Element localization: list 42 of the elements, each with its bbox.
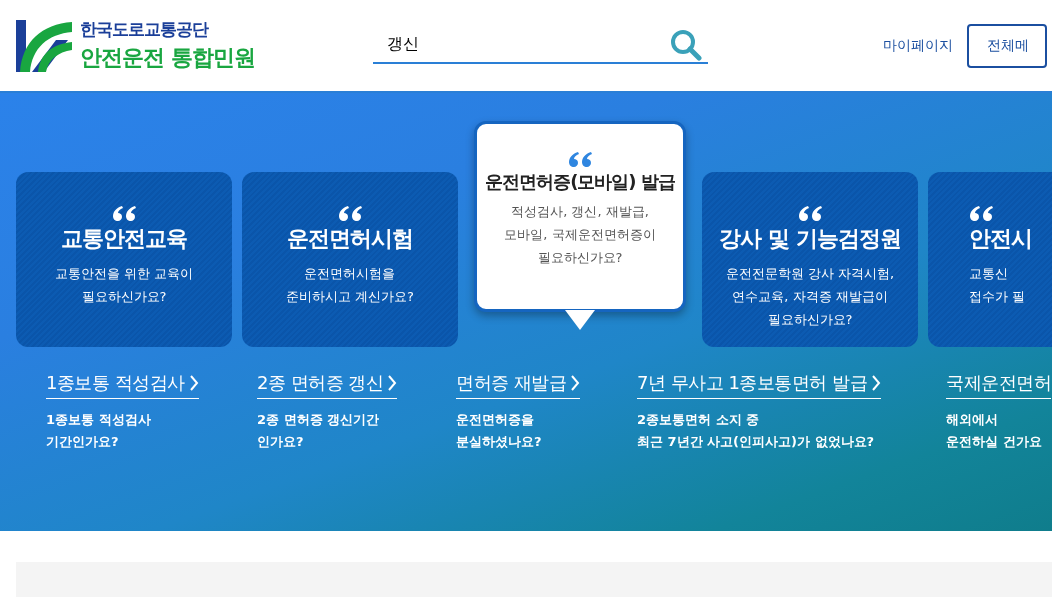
chevron-icon	[871, 374, 882, 392]
chevron-icon	[387, 374, 398, 392]
card-description: 교통신 접수가 필	[969, 265, 1026, 306]
search-field[interactable]: 갱신	[372, 27, 708, 64]
logo-icon[interactable]	[16, 17, 72, 74]
link-description: 2종 면허증 갱신기간 인가요?	[257, 411, 381, 451]
link-description: 해외에서 운전하실 건가요	[946, 411, 1043, 451]
search-icon[interactable]	[669, 28, 702, 61]
card-description: 운전면허시험을 준비하시고 계신가요?	[285, 265, 414, 306]
service-name: 안전운전 통합민원	[80, 44, 255, 72]
card-title: 강사 및 기능검정원	[719, 225, 901, 253]
service-card[interactable]: 교통안전교육 교통안전을 위한 교육이 필요하신가요?	[16, 172, 232, 347]
card-title: 운전면허증(모바일) 발급	[485, 170, 675, 194]
link-description: 1종보통 적성검사 기간인가요?	[46, 411, 152, 451]
service-link[interactable]: 면허증 재발급	[456, 371, 581, 399]
card-description: 적성검사, 갱신, 재발급, 모바일, 국제운전면허증이 필요하신가요?	[504, 203, 656, 267]
card-title: 교통안전교육	[61, 225, 187, 253]
quote-icon	[338, 204, 362, 222]
card-description: 운전전문학원 강사 자격시험, 연수교육, 자격증 재발급이 필요하신가요?	[725, 265, 895, 329]
org-name: 한국도로교통공단	[80, 18, 210, 41]
quote-icon	[969, 204, 993, 222]
card-title: 운전면허시험	[287, 225, 413, 253]
service-link[interactable]: 7년 무사고 1종보통면허 발급	[637, 371, 882, 399]
chevron-icon	[570, 374, 581, 392]
service-card[interactable]: 운전면허증(모바일) 발급 적성검사, 갱신, 재발급, 모바일, 국제운전면허증이 필요하신가요?	[474, 121, 686, 312]
mypage-link[interactable]: 마이페이지	[882, 36, 953, 55]
service-card[interactable]: 운전면허시험 운전면허시험을 준비하시고 계신가요?	[242, 172, 458, 347]
quote-icon	[112, 204, 136, 222]
quote-icon	[568, 150, 592, 168]
card-description: 교통안전을 위한 교육이 필요하신가요?	[54, 265, 194, 306]
pointer-tail	[565, 310, 595, 330]
link-description: 운전면허증을 분실하셨나요?	[456, 411, 543, 451]
menu-button[interactable]: 전체메	[966, 23, 1047, 68]
link-description: 2종보통면허 소지 중 최근 7년간 사고(인피사고)가 없었나요?	[637, 411, 876, 451]
service-card[interactable]: 안전시 교통신 접수가 필	[928, 172, 1052, 347]
service-link[interactable]: 국제운전면허	[946, 371, 1051, 399]
service-link[interactable]: 2종 면허증 갱신	[257, 371, 398, 399]
quote-icon	[798, 204, 822, 222]
service-link[interactable]: 1종보통 적성검사	[46, 371, 199, 399]
card-title: 안전시	[969, 225, 1032, 253]
chevron-icon	[188, 374, 199, 392]
service-card[interactable]: 강사 및 기능검정원 운전전문학원 강사 자격시험, 연수교육, 자격증 재발급이 필요하신가요?	[702, 172, 918, 347]
